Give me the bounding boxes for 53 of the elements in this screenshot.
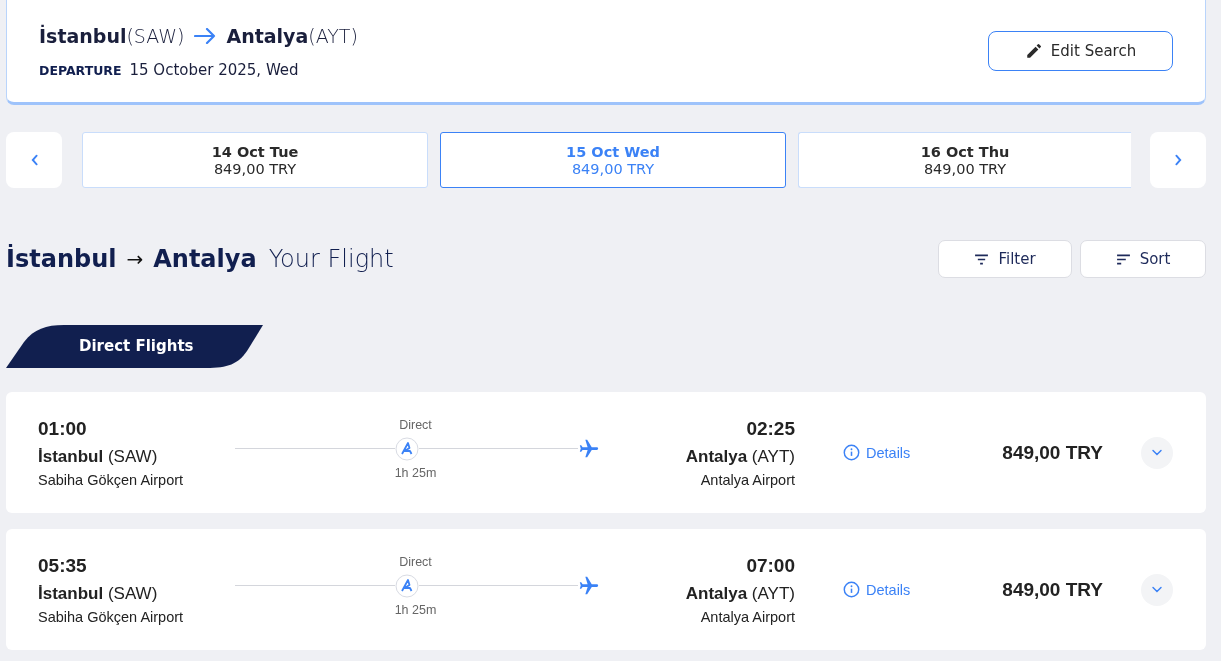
filter-button[interactable]: Filter [938, 240, 1072, 278]
departure-time: 01:00 [38, 417, 88, 440]
airplane-icon [578, 574, 600, 597]
info-icon [843, 581, 860, 598]
arrival-airport: Antalya Airport [700, 471, 795, 488]
departure-airport: Sabiha Gökçen Airport [38, 471, 185, 488]
heading-subtitle: Your Flight [268, 245, 394, 273]
arrival-city: Antalya (AYT) [685, 583, 795, 604]
stop-label: Direct [399, 554, 432, 569]
flight-duration: 1h 25m [394, 465, 437, 480]
sort-button[interactable]: Sort [1080, 240, 1206, 278]
chevron-down-icon [1151, 448, 1163, 457]
flight-duration: 1h 25m [394, 602, 437, 617]
stop-label: Direct [399, 417, 432, 432]
arrival-time: 07:00 [746, 554, 795, 577]
expand-button[interactable] [1141, 573, 1173, 606]
flight-price: 849,00 TRY [1001, 578, 1103, 601]
departure-time: 05:35 [38, 554, 88, 577]
heading-destination: Antalya [153, 245, 257, 273]
arrow-right-icon [194, 28, 217, 44]
chevron-down-icon [1151, 585, 1163, 594]
airplane-icon [578, 437, 600, 460]
departure-label: DEPARTURE [39, 63, 122, 78]
date-tab[interactable]: 15 Oct Wed 849,00 TRY [440, 132, 786, 188]
info-icon [843, 444, 860, 461]
pencil-icon [1024, 42, 1043, 60]
section-tab-label: Direct Flights [79, 337, 194, 355]
origin-code: (SAW) [126, 25, 185, 47]
details-link[interactable]: Details [843, 581, 963, 598]
departure-airport: Sabiha Gökçen Airport [38, 608, 185, 625]
chevron-left-icon [29, 154, 39, 166]
details-link[interactable]: Details [843, 444, 963, 461]
edit-search-button[interactable]: Edit Search [988, 31, 1173, 71]
departure-date: 15 October 2025, Wed [129, 61, 299, 79]
departure-city: İstanbul (SAW) [38, 583, 159, 604]
expand-button[interactable] [1141, 436, 1173, 469]
previous-date-button[interactable] [6, 132, 62, 188]
chevron-right-icon [1173, 154, 1183, 166]
filter-icon [974, 253, 990, 265]
destination-city: Antalya [226, 25, 309, 47]
heading-arrow: → [126, 247, 144, 271]
heading-origin: İstanbul [6, 245, 117, 273]
date-tab[interactable]: 14 Oct Tue 849,00 TRY [82, 132, 428, 188]
next-date-button[interactable] [1150, 132, 1206, 188]
date-tab[interactable]: 16 Oct Thu 849,00 TRY [798, 132, 1131, 188]
destination-code: (AYT) [308, 25, 358, 47]
origin-city: İstanbul [39, 25, 127, 47]
sort-icon [1115, 253, 1131, 265]
flight-price: 849,00 TRY [1001, 441, 1103, 464]
arrival-time: 02:25 [746, 417, 795, 440]
arrival-city: Antalya (AYT) [685, 446, 795, 467]
departure-city: İstanbul (SAW) [38, 446, 159, 467]
arrival-airport: Antalya Airport [700, 608, 795, 625]
